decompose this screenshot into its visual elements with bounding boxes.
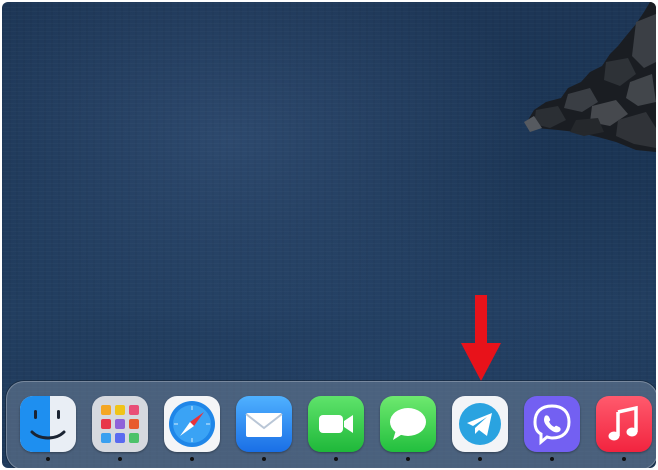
- dock-items: Finder: [20, 396, 652, 466]
- running-indicator: [118, 457, 122, 461]
- running-indicator: [190, 457, 194, 461]
- rocky-coast-wallpaper-detail: [524, 2, 656, 152]
- dock-item-label: Mail: [236, 396, 237, 397]
- running-indicator: [478, 457, 482, 461]
- launchpad-icon[interactable]: [92, 396, 148, 452]
- viber-icon[interactable]: [524, 396, 580, 452]
- running-indicator: [406, 457, 410, 461]
- telegram-icon[interactable]: [452, 396, 508, 452]
- dock-item-label: Telegram: [452, 396, 453, 397]
- dock-item-messages[interactable]: Messages: [380, 396, 436, 466]
- desktop: Finder: [2, 2, 656, 468]
- running-indicator: [622, 457, 626, 461]
- dock-item-launchpad[interactable]: Launchpad: [92, 396, 148, 466]
- dock-item-viber[interactable]: Viber: [524, 396, 580, 466]
- dock-item-label: Messages: [380, 396, 381, 397]
- running-indicator: [262, 457, 266, 461]
- messages-icon[interactable]: [380, 396, 436, 452]
- dock-item-finder[interactable]: Finder: [20, 396, 76, 466]
- running-indicator: [334, 457, 338, 461]
- dock-item-label: FaceTime: [308, 396, 309, 397]
- dock-item-music[interactable]: Music: [596, 396, 652, 466]
- music-icon[interactable]: [596, 396, 652, 452]
- dock-item-safari[interactable]: Safari: [164, 396, 220, 466]
- finder-icon[interactable]: [20, 396, 76, 452]
- running-indicator: [46, 457, 50, 461]
- safari-icon[interactable]: [164, 396, 220, 452]
- dock-item-label: Launchpad: [92, 396, 93, 397]
- dock-item-facetime[interactable]: FaceTime: [308, 396, 364, 466]
- mail-icon[interactable]: [236, 396, 292, 452]
- dock: Finder: [6, 381, 656, 468]
- dock-item-label: Safari: [164, 396, 165, 397]
- dock-item-label: Music: [596, 396, 597, 397]
- dock-item-label: Viber: [524, 396, 525, 397]
- dock-item-telegram[interactable]: Telegram: [452, 396, 508, 466]
- running-indicator: [550, 457, 554, 461]
- facetime-icon[interactable]: [308, 396, 364, 452]
- dock-item-mail[interactable]: Mail: [236, 396, 292, 466]
- dock-item-label: Finder: [20, 396, 21, 397]
- red-arrow-annotation: [461, 295, 501, 381]
